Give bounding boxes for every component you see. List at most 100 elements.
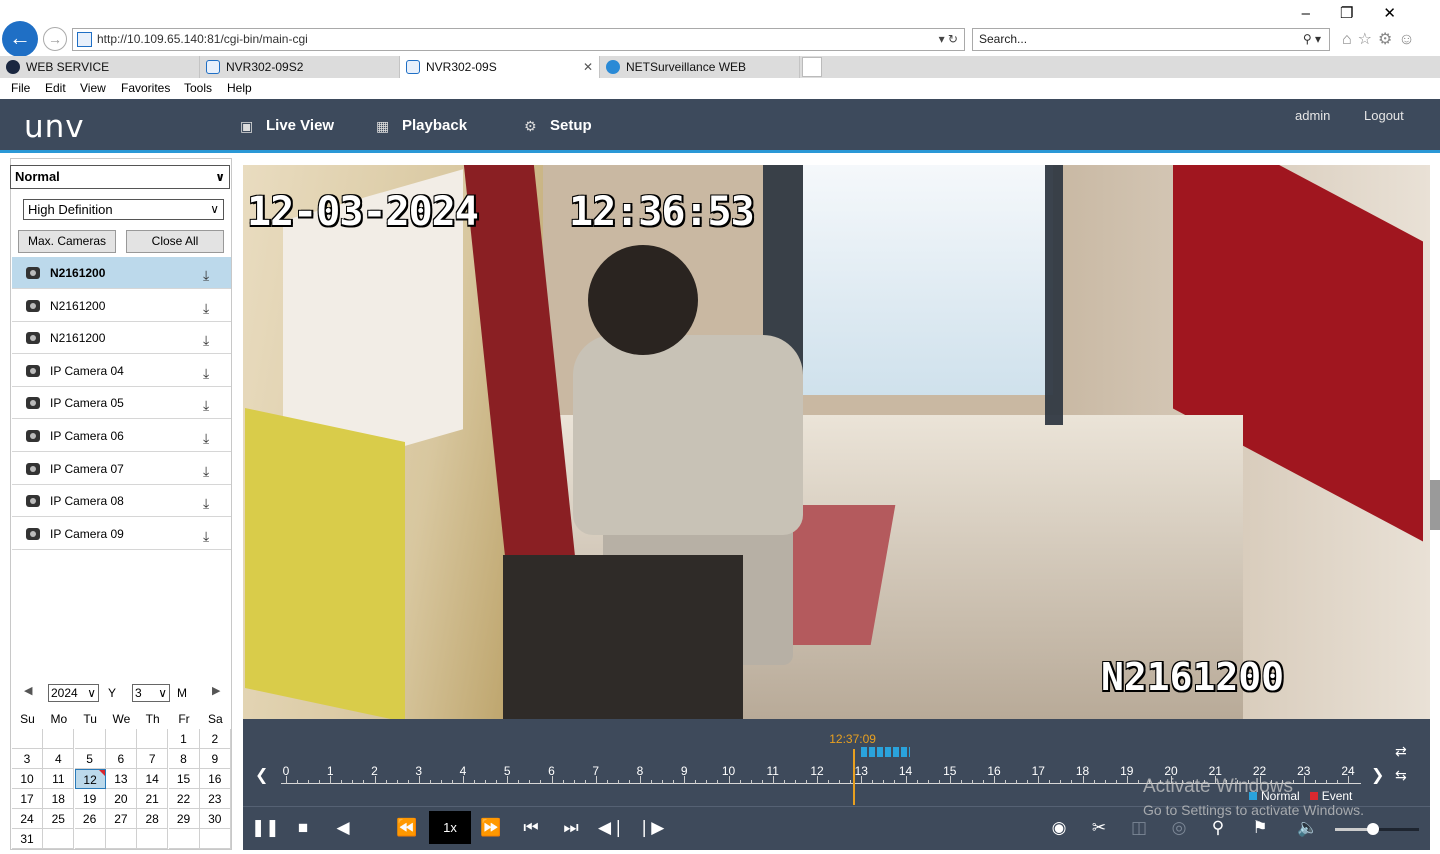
- calendar-day[interactable]: 23: [199, 789, 231, 809]
- download-icon[interactable]: ⤓: [203, 520, 209, 552]
- download-icon[interactable]: ⤓: [203, 259, 209, 291]
- back-button[interactable]: ←: [2, 21, 38, 57]
- calendar-day[interactable]: 19: [74, 789, 106, 809]
- calendar-day[interactable]: 21: [137, 789, 169, 809]
- refresh-icon[interactable]: ▾ ↻: [939, 29, 958, 50]
- pause-icon[interactable]: ❚❚: [251, 815, 280, 841]
- volume-knob[interactable]: [1366, 823, 1379, 835]
- menu-favorites[interactable]: Favorites: [121, 81, 170, 95]
- max-cameras-button[interactable]: Max. Cameras: [18, 230, 116, 253]
- new-tab-button[interactable]: [802, 57, 822, 77]
- download-icon[interactable]: ⤓: [203, 455, 209, 487]
- calendar-day[interactable]: 28: [137, 809, 169, 829]
- browser-tab[interactable]: WEB SERVICE: [0, 56, 200, 78]
- camera-list-item[interactable]: IP Camera 07 ⤓: [12, 453, 231, 485]
- skip-back-30-icon[interactable]: ⏮: [518, 815, 544, 841]
- calendar-day[interactable]: 31: [12, 829, 43, 849]
- tab-live-view[interactable]: ▣ Live View: [226, 99, 352, 153]
- calendar-day[interactable]: 6: [105, 749, 137, 769]
- scrollbar-grip[interactable]: [1430, 480, 1440, 530]
- search-input[interactable]: Search... ⚲ ▾: [972, 28, 1330, 51]
- browser-toolbar-icons[interactable]: ⌂☆⚙☺: [1342, 29, 1421, 49]
- year-select[interactable]: 2024 ∨: [48, 684, 99, 702]
- clip-icon[interactable]: ✂: [1086, 815, 1112, 841]
- menu-view[interactable]: View: [80, 81, 106, 95]
- browser-tab[interactable]: NVR302-09S2: [200, 56, 400, 78]
- camera-list-item[interactable]: IP Camera 09 ⤓: [12, 518, 231, 550]
- calendar-day[interactable]: 3: [12, 749, 43, 769]
- prev-frame-icon[interactable]: ◀❘: [598, 815, 625, 841]
- menu-tools[interactable]: Tools: [184, 81, 212, 95]
- calendar-day[interactable]: 1: [168, 729, 200, 749]
- calendar-day[interactable]: 12: [74, 769, 106, 789]
- camera-list-item[interactable]: N2161200 ⤓: [12, 257, 231, 289]
- calendar-day[interactable]: 26: [74, 809, 106, 829]
- url-input[interactable]: http://10.109.65.140:81/cgi-bin/main-cgi…: [72, 28, 965, 51]
- camera-list-item[interactable]: N2161200 ⤓: [12, 322, 231, 356]
- download-icon[interactable]: ⤓: [203, 357, 209, 389]
- camera-list-item[interactable]: N2161200 ⤓: [12, 290, 231, 322]
- download-icon[interactable]: ⤓: [203, 422, 209, 454]
- tag-icon[interactable]: ⚑: [1247, 815, 1273, 841]
- window-controls[interactable]: –❐✕: [1302, 4, 1426, 22]
- close-tab-icon[interactable]: ✕: [583, 56, 593, 78]
- timeline-prev-icon[interactable]: ❮: [255, 765, 268, 785]
- calendar-day[interactable]: 11: [43, 769, 75, 789]
- calendar-day[interactable]: 14: [137, 769, 169, 789]
- close-all-button[interactable]: Close All: [126, 230, 224, 253]
- stop-icon[interactable]: ■: [290, 815, 316, 841]
- camera-list-item[interactable]: IP Camera 06 ⤓: [12, 420, 231, 452]
- tab-setup[interactable]: ⚙ Setup: [510, 99, 610, 153]
- download-icon[interactable]: ⤓: [203, 389, 209, 421]
- calendar-day[interactable]: 2: [199, 729, 231, 749]
- calendar-day[interactable]: 15: [168, 769, 200, 789]
- quality-select[interactable]: High Definition ∨: [23, 199, 224, 220]
- calendar-day[interactable]: 24: [12, 809, 43, 829]
- volume-icon[interactable]: 🔈: [1295, 815, 1321, 841]
- search-icon[interactable]: ⚲ ▾: [1303, 29, 1321, 50]
- calendar-day[interactable]: 30: [199, 809, 231, 829]
- forward-button[interactable]: →: [43, 27, 67, 51]
- calendar-day[interactable]: 13: [105, 769, 137, 789]
- menu-edit[interactable]: Edit: [45, 81, 66, 95]
- calendar-day[interactable]: 20: [105, 789, 137, 809]
- slow-down-icon[interactable]: ⏪: [394, 815, 420, 841]
- calendar-day[interactable]: 9: [199, 749, 231, 769]
- camera-list-item[interactable]: IP Camera 08 ⤓: [12, 485, 231, 519]
- zoom-out-icon[interactable]: ⇆: [1395, 767, 1407, 784]
- video-player[interactable]: 12-03-2024 12:36:53 N2161200: [243, 165, 1430, 719]
- skip-forward-30-icon[interactable]: ⏭: [558, 815, 584, 841]
- zoom-in-icon[interactable]: ⇄: [1395, 743, 1407, 760]
- calendar-day[interactable]: 18: [43, 789, 75, 809]
- download-icon[interactable]: ⤓: [203, 292, 209, 324]
- download-icon[interactable]: ⤓: [203, 324, 209, 356]
- speed-up-icon[interactable]: ⏩: [478, 815, 504, 841]
- browser-tab-active[interactable]: NVR302-09S ✕: [400, 56, 600, 78]
- calendar-day[interactable]: 5: [74, 749, 106, 769]
- calendar-day[interactable]: 4: [43, 749, 75, 769]
- mode-select[interactable]: Normal ∨: [10, 165, 230, 189]
- fisheye-icon[interactable]: ◎: [1166, 815, 1192, 841]
- reverse-play-icon[interactable]: ◀: [330, 815, 356, 841]
- calendar-day[interactable]: 29: [168, 809, 200, 829]
- prev-month-icon[interactable]: ◀: [24, 684, 32, 697]
- calendar-day[interactable]: 27: [105, 809, 137, 829]
- snapshot-icon[interactable]: ◉: [1046, 815, 1072, 841]
- calendar-day[interactable]: 10: [12, 769, 43, 789]
- recording-segment[interactable]: [861, 747, 910, 757]
- camera-list-item[interactable]: IP Camera 04 ⤓: [12, 355, 231, 387]
- calendar-day[interactable]: 8: [168, 749, 200, 769]
- calendar-day[interactable]: 17: [12, 789, 43, 809]
- timeline-next-icon[interactable]: ❯: [1371, 765, 1384, 785]
- calendar-day[interactable]: 7: [137, 749, 169, 769]
- menu-help[interactable]: Help: [227, 81, 252, 95]
- digital-zoom-icon[interactable]: ⚲: [1205, 815, 1231, 841]
- download-icon[interactable]: ⤓: [203, 487, 209, 519]
- tab-playback[interactable]: ▦ Playback: [362, 99, 486, 153]
- browser-tab[interactable]: NETSurveillance WEB: [600, 56, 800, 78]
- calendar-day[interactable]: 22: [168, 789, 200, 809]
- save-icon[interactable]: ◫: [1126, 815, 1152, 841]
- month-select[interactable]: 3 ∨: [132, 684, 170, 702]
- calendar-day[interactable]: 25: [43, 809, 75, 829]
- username[interactable]: admin: [1295, 108, 1330, 123]
